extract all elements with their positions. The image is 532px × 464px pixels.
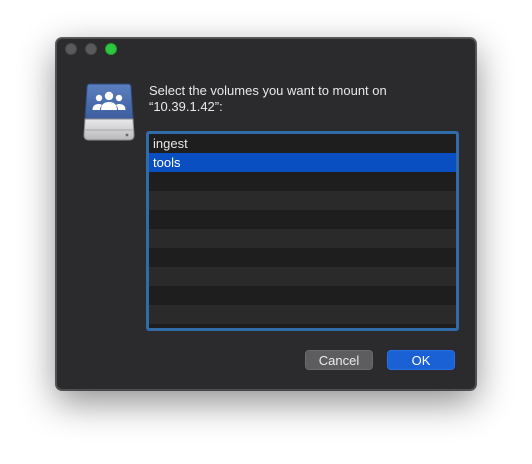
dialog-message: Select the volumes you want to mount on …: [149, 83, 459, 115]
list-item[interactable]: [149, 305, 456, 324]
close-window-button[interactable]: [65, 43, 77, 55]
message-line-2: “10.39.1.42”:: [149, 99, 223, 114]
message-line-1: Select the volumes you want to mount on: [149, 83, 387, 98]
list-item[interactable]: tools: [149, 153, 456, 172]
minimize-window-button[interactable]: [85, 43, 97, 55]
list-item[interactable]: [149, 229, 456, 248]
volumes-list-rows: ingest tools: [149, 134, 456, 328]
mount-volumes-dialog: Select the volumes you want to mount on …: [56, 38, 476, 390]
list-item[interactable]: [149, 286, 456, 305]
list-item[interactable]: [149, 267, 456, 286]
list-item[interactable]: [149, 248, 456, 267]
title-bar[interactable]: [57, 39, 475, 59]
zoom-window-button[interactable]: [105, 43, 117, 55]
list-item[interactable]: [149, 172, 456, 191]
list-item[interactable]: [149, 191, 456, 210]
cancel-button[interactable]: Cancel: [305, 350, 373, 370]
ok-button[interactable]: OK: [387, 350, 455, 370]
volumes-list[interactable]: ingest tools: [146, 131, 459, 331]
network-drive-shared-icon: [81, 83, 137, 143]
list-item[interactable]: ingest: [149, 134, 456, 153]
list-item[interactable]: [149, 210, 456, 229]
